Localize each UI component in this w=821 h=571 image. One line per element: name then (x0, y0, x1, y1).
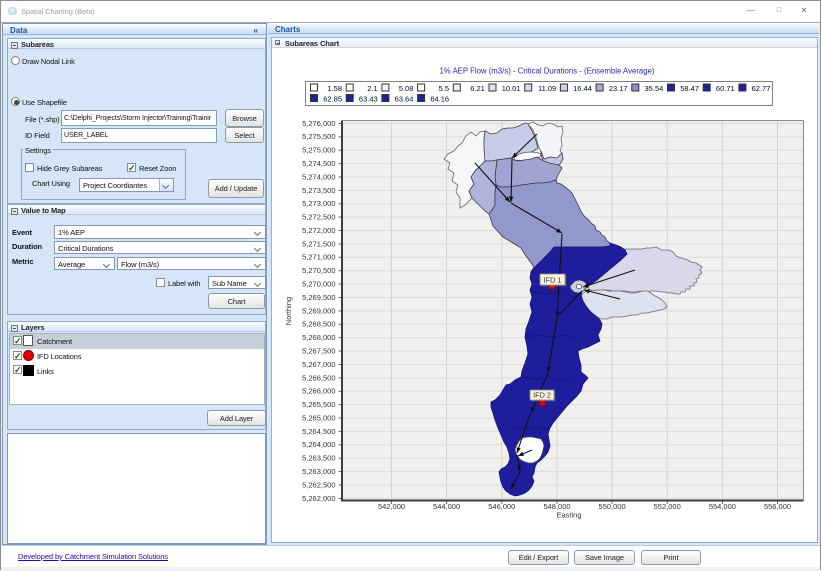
svg-text:5,272,000: 5,272,000 (302, 226, 335, 235)
svg-text:554,000: 554,000 (709, 502, 736, 511)
svg-text:11.09: 11.09 (538, 84, 556, 93)
svg-text:550,000: 550,000 (599, 502, 626, 511)
svg-text:IFD 1: IFD 1 (544, 275, 562, 284)
svg-text:64.16: 64.16 (430, 94, 449, 103)
svg-text:5,275,500: 5,275,500 (302, 132, 335, 141)
svg-text:10.01: 10.01 (502, 84, 521, 93)
svg-text:5,262,000: 5,262,000 (302, 494, 335, 503)
svg-text:1% AEP Flow (m3/s) - Critica: 1% AEP Flow (m3/s) - Critical Durations … (439, 67, 654, 76)
svg-text:5,268,500: 5,268,500 (302, 320, 335, 329)
svg-text:5,273,000: 5,273,000 (302, 199, 335, 208)
svg-text:5,266,000: 5,266,000 (302, 387, 335, 396)
svg-text:5,265,500: 5,265,500 (302, 400, 335, 409)
svg-text:5,262,500: 5,262,500 (302, 480, 335, 489)
svg-text:5,269,500: 5,269,500 (302, 293, 335, 302)
svg-text:5,275,000: 5,275,000 (302, 146, 335, 155)
svg-text:5,267,500: 5,267,500 (302, 347, 335, 356)
svg-text:552,000: 552,000 (654, 502, 681, 511)
svg-text:556,000: 556,000 (764, 502, 791, 511)
svg-text:5,271,000: 5,271,000 (302, 253, 335, 262)
svg-text:5,267,000: 5,267,000 (302, 360, 335, 369)
svg-text:23.17: 23.17 (609, 84, 628, 93)
svg-text:Easting: Easting (556, 511, 581, 520)
svg-text:5,264,000: 5,264,000 (302, 440, 335, 449)
svg-text:60.71: 60.71 (716, 84, 735, 93)
svg-text:5,274,000: 5,274,000 (302, 172, 335, 181)
svg-text:5.5: 5.5 (439, 84, 449, 93)
svg-text:5.08: 5.08 (399, 84, 414, 93)
svg-text:1.58: 1.58 (327, 84, 342, 93)
svg-text:5,263,000: 5,263,000 (302, 467, 335, 476)
svg-text:5,263,500: 5,263,500 (302, 454, 335, 463)
svg-text:5,268,000: 5,268,000 (302, 333, 335, 342)
svg-text:5,273,500: 5,273,500 (302, 186, 335, 195)
svg-text:5,270,500: 5,270,500 (302, 266, 335, 275)
svg-text:6.21: 6.21 (470, 84, 485, 93)
svg-text:5,271,500: 5,271,500 (302, 239, 335, 248)
svg-text:Northing: Northing (284, 297, 293, 325)
svg-text:5,269,000: 5,269,000 (302, 306, 335, 315)
svg-text:5,265,000: 5,265,000 (302, 413, 335, 422)
svg-text:5,270,000: 5,270,000 (302, 280, 335, 289)
svg-text:5,264,500: 5,264,500 (302, 427, 335, 436)
svg-text:5,266,500: 5,266,500 (302, 373, 335, 382)
svg-text:5,272,500: 5,272,500 (302, 213, 335, 222)
svg-text:35.54: 35.54 (645, 84, 664, 93)
svg-text:16.44: 16.44 (573, 84, 592, 93)
svg-text:2.1: 2.1 (367, 84, 377, 93)
svg-text:63.64: 63.64 (395, 94, 414, 103)
svg-text:IFD 2: IFD 2 (533, 390, 551, 399)
svg-text:546,000: 546,000 (488, 502, 515, 511)
svg-text:542,000: 542,000 (378, 502, 405, 511)
svg-text:62.85: 62.85 (323, 94, 342, 103)
svg-text:544,000: 544,000 (433, 502, 460, 511)
svg-text:63.43: 63.43 (359, 94, 378, 103)
svg-text:58.47: 58.47 (680, 84, 699, 93)
svg-text:62.77: 62.77 (752, 84, 771, 93)
svg-text:5,274,500: 5,274,500 (302, 159, 335, 168)
svg-text:5,276,000: 5,276,000 (302, 119, 335, 128)
